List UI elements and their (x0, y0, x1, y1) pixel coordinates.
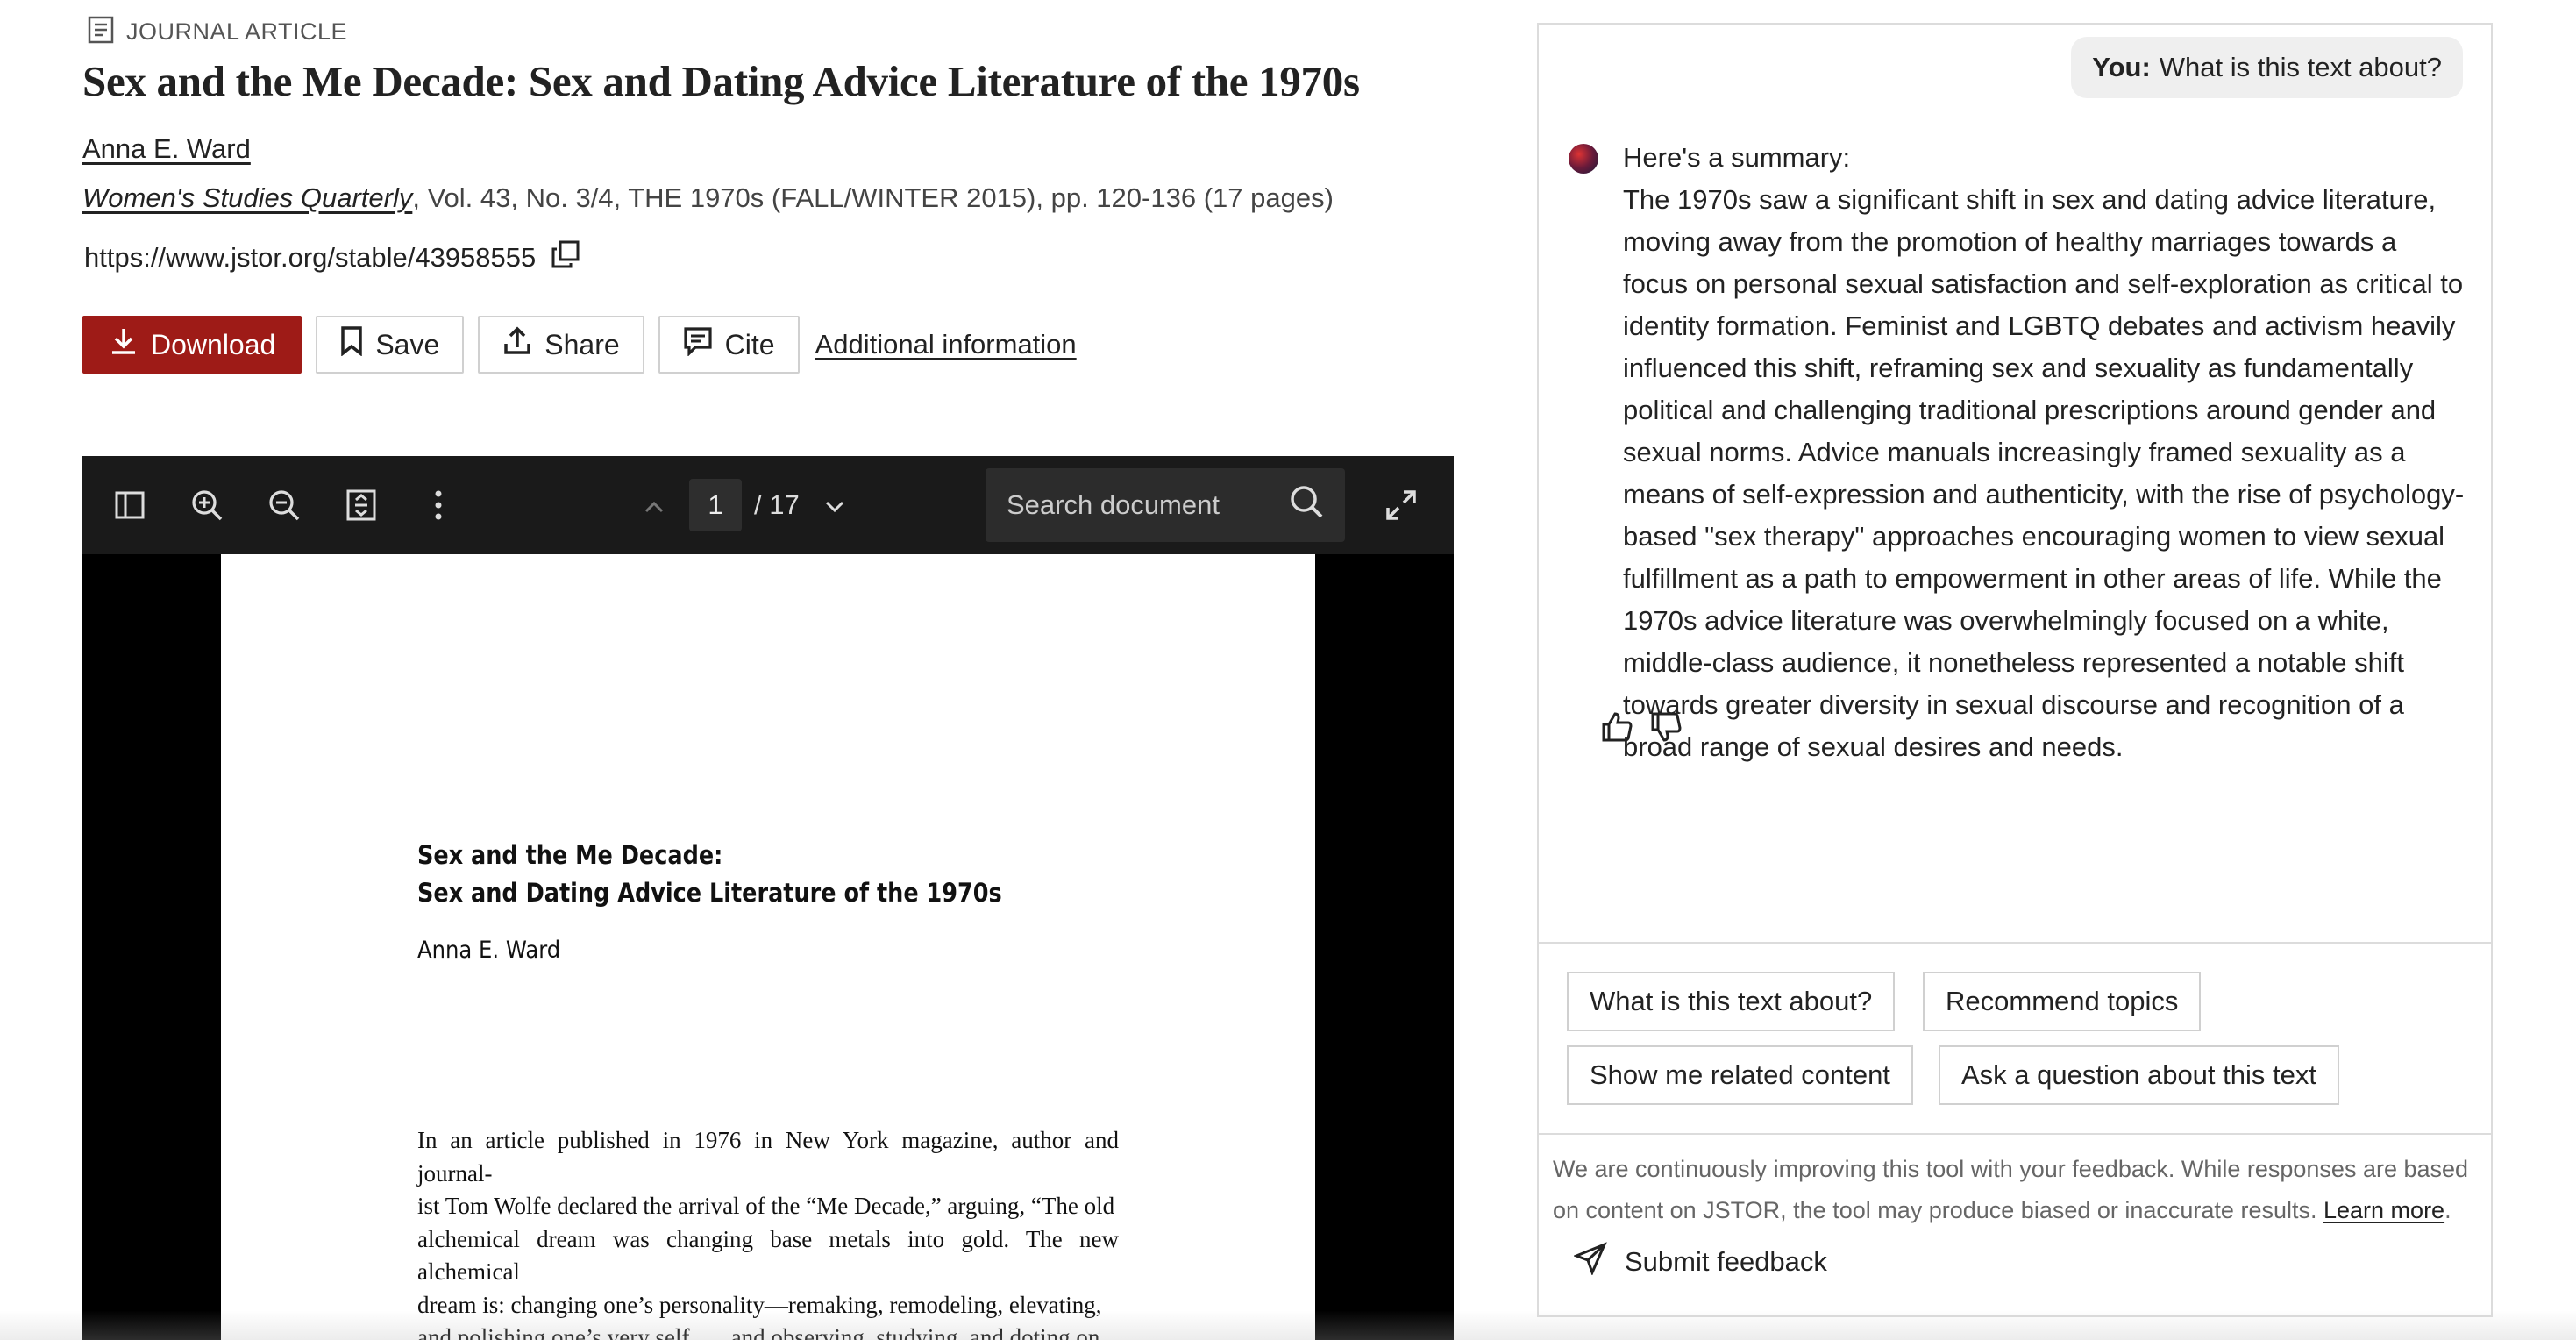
fit-page-icon[interactable] (340, 484, 382, 526)
viewer-toolbar: 1 / 17 Search document (82, 456, 1454, 554)
pdf-author: Anna E. Ward (417, 937, 561, 964)
additional-information-link[interactable]: Additional information (815, 329, 1077, 360)
submit-feedback-button[interactable]: Submit feedback (1572, 1242, 1827, 1282)
answer-intro: Here's a summary: (1623, 142, 1851, 173)
window-bottom-shadow (0, 1310, 2576, 1340)
share-icon (502, 326, 532, 363)
pdf-title: Sex and the Me Decade: Sex and Dating Ad… (417, 837, 1002, 912)
download-button[interactable]: Download (82, 316, 302, 374)
author-link[interactable]: Anna E. Ward (82, 133, 251, 165)
disclaimer-text: We are continuously improving this tool … (1553, 1149, 2482, 1231)
pdf-title-line-1: Sex and the Me Decade: (417, 840, 723, 870)
save-label: Save (375, 328, 440, 360)
feedback-buttons (1600, 710, 1683, 748)
panel-divider (1539, 1133, 2491, 1135)
download-icon (109, 326, 139, 363)
user-question: What is this text about? (2159, 52, 2442, 82)
pdf-page: Sex and the Me Decade: Sex and Dating Ad… (221, 554, 1315, 1340)
zoom-in-icon[interactable] (186, 484, 228, 526)
assistant-avatar-icon (1569, 144, 1598, 174)
page-number-input[interactable]: 1 (689, 479, 742, 531)
article-actions: Download Save Share Cite Additional info… (82, 316, 1077, 374)
citation-line: Women's Studies Quarterly, Vol. 43, No. … (82, 182, 1334, 214)
user-label: You: (2092, 52, 2151, 82)
thumbs-down-icon[interactable] (1649, 710, 1683, 748)
content-type: JOURNAL ARTICLE (88, 14, 347, 49)
download-label: Download (151, 328, 276, 360)
pdf-paragraph: In an article published in 1976 in New Y… (417, 1127, 1119, 1340)
stable-url: https://www.jstor.org/stable/43958555 (84, 242, 537, 273)
suggestion-chip[interactable]: Ask a question about this text (1939, 1045, 2339, 1105)
suggestion-chip[interactable]: Show me related content (1567, 1045, 1913, 1105)
more-icon[interactable] (417, 484, 459, 526)
user-message: You: What is this text about? (2071, 37, 2463, 98)
save-button[interactable]: Save (316, 316, 465, 374)
citation-details: , Vol. 43, No. 3/4, THE 1970s (FALL/WINT… (412, 182, 1334, 213)
sidebar-toggle-icon[interactable] (109, 484, 151, 526)
journal-link[interactable]: Women's Studies Quarterly (82, 182, 412, 213)
answer-body: The 1970s saw a significant shift in sex… (1623, 184, 2465, 762)
suggestion-chip[interactable]: Recommend topics (1923, 972, 2202, 1031)
bookmark-icon (340, 326, 363, 363)
suggestion-chip[interactable]: What is this text about? (1567, 972, 1896, 1031)
share-button[interactable]: Share (478, 316, 644, 374)
cite-icon (683, 326, 713, 363)
content-type-label: JOURNAL ARTICLE (126, 18, 348, 45)
submit-feedback-label: Submit feedback (1625, 1246, 1827, 1277)
research-assistant-panel: You: What is this text about? Here's a s… (1537, 23, 2493, 1317)
search-icon[interactable] (1289, 484, 1324, 526)
copy-icon[interactable] (551, 240, 580, 275)
cite-label: Cite (724, 328, 775, 360)
article-title: Sex and the Me Decade: Sex and Dating Ad… (82, 57, 1360, 105)
pdf-title-line-2: Sex and Dating Advice Literature of the … (417, 878, 1002, 908)
stable-url-row: https://www.jstor.org/stable/43958555 (84, 240, 580, 275)
page-total: / 17 (754, 489, 800, 520)
fullscreen-icon[interactable] (1380, 484, 1422, 526)
share-label: Share (544, 328, 620, 360)
thumbs-up-icon[interactable] (1600, 710, 1633, 748)
search-placeholder: Search document (1007, 489, 1220, 520)
search-document-input[interactable]: Search document (986, 468, 1345, 542)
disclaimer-period: . (2444, 1197, 2451, 1223)
cite-button[interactable]: Cite (658, 316, 800, 374)
pdf-viewer: 1 / 17 Search document Sex and the Me De… (82, 456, 1454, 1340)
panel-divider (1539, 942, 2491, 944)
chevron-down-icon[interactable] (824, 489, 845, 521)
page-navigation: 1 / 17 (644, 477, 845, 533)
zoom-out-icon[interactable] (263, 484, 305, 526)
page: JOURNAL ARTICLE Sex and the Me Decade: S… (0, 0, 2576, 1340)
send-icon (1572, 1242, 1607, 1282)
pdf-body-text: In an article published in 1976 in New Y… (417, 1124, 1119, 1340)
learn-more-link[interactable]: Learn more (2323, 1197, 2444, 1223)
chevron-up-icon[interactable] (644, 489, 665, 521)
assistant-answer: Here's a summary: The 1970s saw a signif… (1623, 137, 2465, 768)
document-icon (88, 16, 114, 48)
